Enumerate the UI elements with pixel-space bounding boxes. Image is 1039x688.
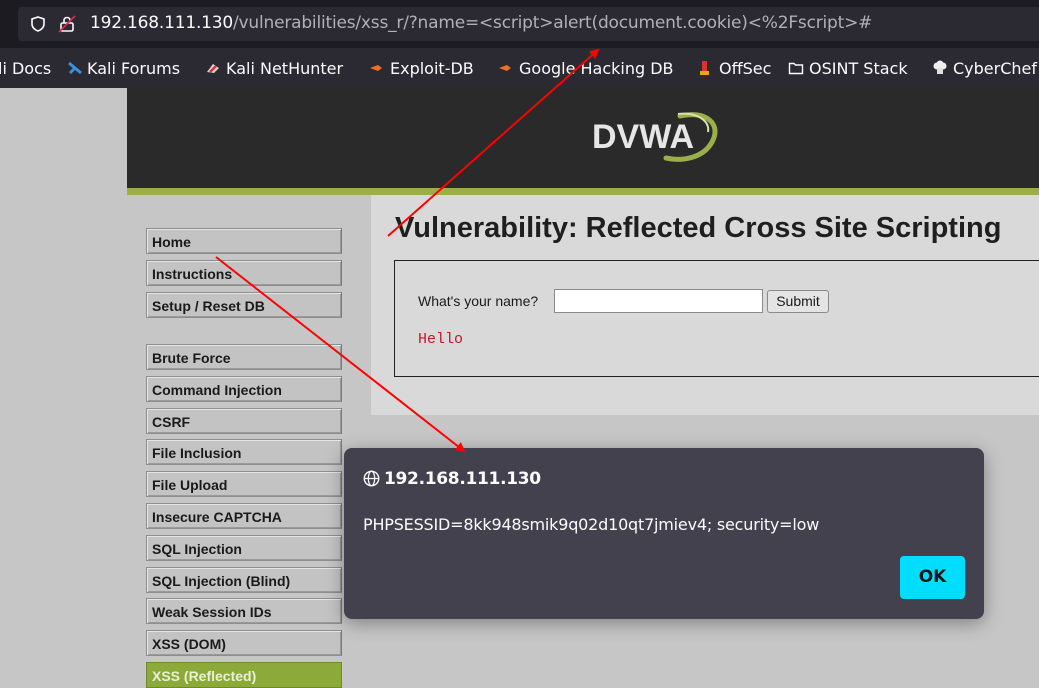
- logo-text: DVWA: [592, 118, 694, 156]
- name-label: What's your name?: [418, 293, 539, 309]
- offsec-icon: [700, 61, 709, 75]
- header-divider: [127, 188, 1039, 195]
- bookmark-cyberchef[interactable]: CyberChef: [953, 59, 1037, 78]
- bookmark-kali-forums[interactable]: Kali Forums: [87, 59, 180, 78]
- url-host: 192.168.111.130: [90, 13, 234, 33]
- result-output: Hello: [418, 331, 464, 348]
- bookmark-kali-docs[interactable]: li Docs: [0, 59, 51, 78]
- url-path: /vulnerabilities/xss_r/?name=<script>ale…: [233, 13, 873, 33]
- dialog-message: PHPSESSID=8kk948smik9q02d10qt7jmiev4; se…: [363, 515, 820, 534]
- bookmark-offsec[interactable]: OffSec: [719, 59, 771, 78]
- sidebar-item-file-upload[interactable]: File Upload: [146, 471, 342, 497]
- sidebar-item-file-inclusion[interactable]: File Inclusion: [146, 439, 342, 465]
- dvwa-logo[interactable]: DVWA: [584, 102, 724, 172]
- tracking-protection-icon[interactable]: [30, 16, 46, 32]
- url-text[interactable]: 192.168.111.130/vulnerabilities/xss_r/?n…: [90, 13, 872, 33]
- bookmark-exploit-db[interactable]: Exploit-DB: [390, 59, 474, 78]
- sidebar-item-home[interactable]: Home: [146, 228, 342, 254]
- insecure-lock-icon[interactable]: [58, 15, 76, 33]
- nethunter-icon: [207, 64, 219, 73]
- sidebar-item-sql-injection-blind[interactable]: SQL Injection (Blind): [146, 567, 342, 593]
- kali-forums-icon: [68, 61, 82, 75]
- page-title: Vulnerability: Reflected Cross Site Scri…: [395, 212, 1002, 244]
- sidebar-item-command-injection[interactable]: Command Injection: [146, 376, 342, 402]
- cyberchef-icon: [933, 60, 947, 74]
- sidebar-item-setup-reset-db[interactable]: Setup / Reset DB: [146, 292, 342, 318]
- sidebar-item-xss-dom[interactable]: XSS (DOM): [146, 630, 342, 656]
- sidebar-item-weak-session-ids[interactable]: Weak Session IDs: [146, 598, 342, 624]
- bookmark-google-hacking-db[interactable]: Google Hacking DB: [519, 59, 674, 78]
- folder-icon: [788, 62, 804, 75]
- vulnerable-code-area: [394, 260, 1039, 377]
- sidebar-item-sql-injection[interactable]: SQL Injection: [146, 535, 342, 561]
- sidebar-item-instructions[interactable]: Instructions: [146, 260, 342, 286]
- sidebar-item-csrf[interactable]: CSRF: [146, 408, 342, 434]
- bookmark-osint-stack[interactable]: OSINT Stack: [809, 59, 908, 78]
- bookmark-kali-nethunter[interactable]: Kali NetHunter: [226, 59, 343, 78]
- sidebar-item-brute-force[interactable]: Brute Force: [146, 344, 342, 370]
- ok-button[interactable]: OK: [900, 556, 965, 599]
- submit-button[interactable]: Submit: [767, 290, 829, 313]
- dialog-origin: 192.168.111.130: [384, 469, 541, 489]
- exploit-db-icon: [370, 65, 382, 71]
- globe-icon: [363, 470, 380, 487]
- ghdb-icon: [499, 65, 511, 71]
- sidebar-item-xss-reflected[interactable]: XSS (Reflected): [146, 662, 342, 688]
- sidebar-item-insecure-captcha[interactable]: Insecure CAPTCHA: [146, 503, 342, 529]
- name-input[interactable]: [554, 289, 763, 313]
- dvwa-header: [127, 88, 1039, 188]
